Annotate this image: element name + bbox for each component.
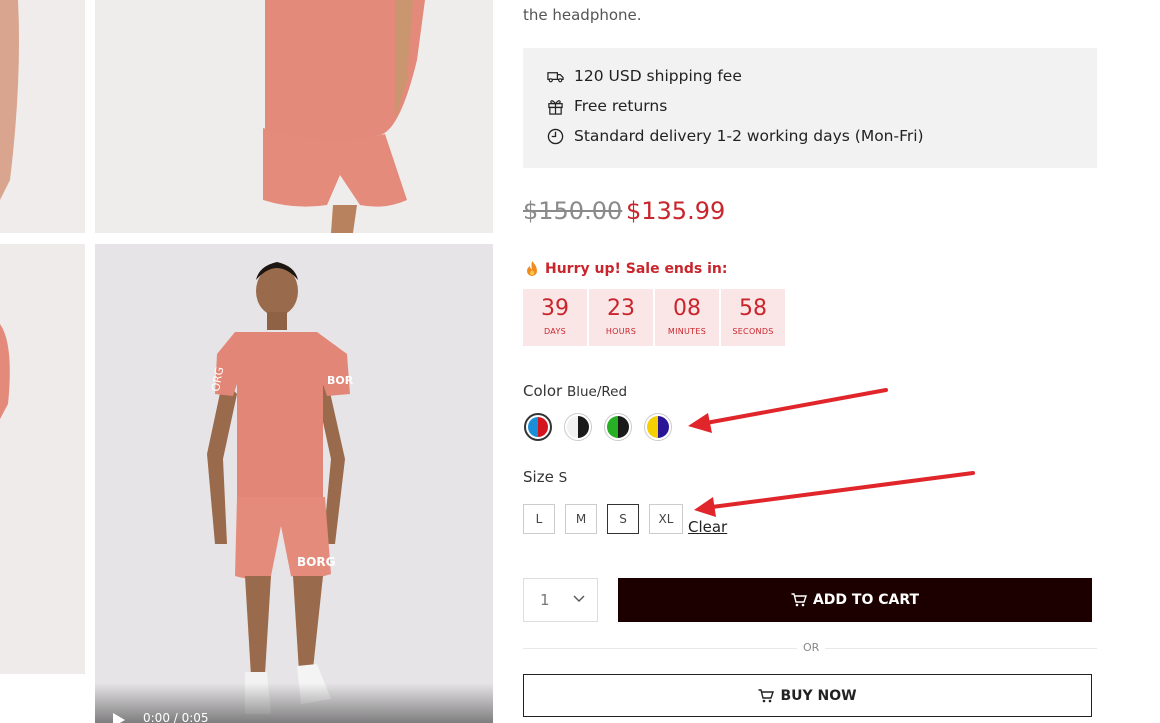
annotation-arrow-size [694,471,975,517]
annotation-arrow-color [688,388,888,433]
annotation-arrows [688,388,975,517]
